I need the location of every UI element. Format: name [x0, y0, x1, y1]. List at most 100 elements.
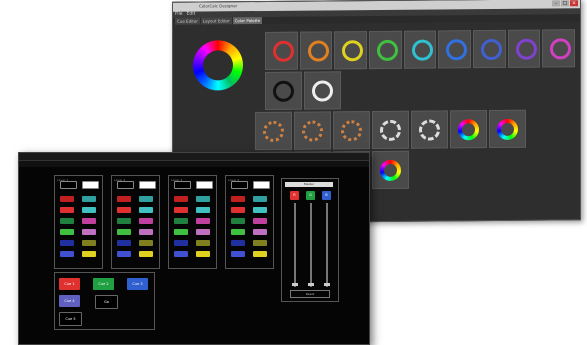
color-button[interactable]: [60, 207, 74, 213]
channel-select-button[interactable]: G: [306, 191, 315, 200]
color-swatch[interactable]: [411, 110, 448, 149]
color-button[interactable]: [196, 251, 210, 257]
color-swatch[interactable]: [542, 29, 576, 68]
blackout-button[interactable]: [231, 181, 248, 189]
color-button[interactable]: [253, 251, 267, 257]
color-button[interactable]: [82, 229, 96, 235]
color-button[interactable]: [82, 240, 96, 246]
color-swatch[interactable]: [403, 30, 437, 69]
color-swatch[interactable]: [450, 110, 487, 149]
color-button[interactable]: [174, 240, 188, 246]
reset-button[interactable]: Reset: [290, 290, 330, 298]
color-swatch[interactable]: [507, 29, 541, 68]
color-swatch[interactable]: [372, 110, 409, 150]
color-button[interactable]: [196, 229, 210, 235]
color-button[interactable]: [174, 218, 188, 224]
color-button[interactable]: [253, 218, 267, 224]
color-button[interactable]: [139, 251, 153, 257]
channel-select-button[interactable]: R: [290, 191, 299, 200]
white-button[interactable]: [139, 181, 156, 189]
window-titlebar[interactable]: [19, 153, 369, 161]
cue-button[interactable]: Cue 3: [127, 278, 148, 290]
close-button[interactable]: ×: [570, 0, 578, 7]
color-button[interactable]: [231, 196, 245, 202]
color-button[interactable]: [139, 240, 153, 246]
color-swatch[interactable]: [489, 109, 526, 149]
minimize-button[interactable]: –: [552, 0, 560, 7]
color-button[interactable]: [139, 207, 153, 213]
cue-button[interactable]: Cue 4: [59, 295, 80, 307]
maximize-button[interactable]: □: [561, 0, 569, 7]
color-button[interactable]: [82, 207, 96, 213]
color-button[interactable]: [231, 240, 245, 246]
color-button[interactable]: [117, 207, 131, 213]
color-button[interactable]: [82, 218, 96, 224]
fader-track[interactable]: [326, 203, 328, 287]
color-button[interactable]: [60, 251, 74, 257]
color-button[interactable]: [253, 196, 267, 202]
color-swatch[interactable]: [304, 71, 341, 110]
blackout-button[interactable]: [60, 181, 77, 189]
color-button[interactable]: [117, 240, 131, 246]
color-swatch[interactable]: [334, 31, 368, 70]
color-button[interactable]: [231, 251, 245, 257]
color-swatch[interactable]: [333, 111, 370, 150]
color-swatch[interactable]: [294, 111, 331, 150]
fader-handle[interactable]: [308, 283, 314, 286]
cue-button[interactable]: Cue 2: [93, 278, 114, 290]
white-button[interactable]: [196, 181, 213, 189]
white-button[interactable]: [253, 181, 270, 189]
color-button[interactable]: [139, 196, 153, 202]
color-button[interactable]: [231, 207, 245, 213]
color-button[interactable]: [174, 196, 188, 202]
color-button[interactable]: [139, 229, 153, 235]
cue-button[interactable]: Go: [95, 295, 118, 309]
color-button[interactable]: [196, 218, 210, 224]
color-bank: Layer 4: [225, 175, 274, 269]
color-button[interactable]: [174, 251, 188, 257]
cue-button[interactable]: Cue 5: [59, 312, 82, 326]
color-button[interactable]: [60, 240, 74, 246]
color-button[interactable]: [139, 218, 153, 224]
color-wheel[interactable]: [193, 40, 243, 91]
blackout-button[interactable]: [117, 181, 134, 189]
color-button[interactable]: [231, 229, 245, 235]
cue-button[interactable]: Cue 1: [59, 278, 80, 290]
color-button[interactable]: [82, 196, 96, 202]
color-swatch[interactable]: [438, 30, 472, 69]
color-swatch[interactable]: [255, 111, 292, 151]
fader-track[interactable]: [310, 203, 312, 287]
blackout-button[interactable]: [174, 181, 191, 189]
color-button[interactable]: [253, 207, 267, 213]
tab-layout-editor[interactable]: Layout Editor: [200, 17, 232, 25]
color-swatch[interactable]: [369, 30, 402, 70]
color-swatch[interactable]: [265, 31, 298, 70]
color-button[interactable]: [196, 207, 210, 213]
color-button[interactable]: [253, 229, 267, 235]
color-button[interactable]: [82, 251, 96, 257]
color-button[interactable]: [117, 196, 131, 202]
color-button[interactable]: [174, 207, 188, 213]
color-swatch[interactable]: [372, 150, 409, 190]
tab-color-palette[interactable]: Color Palette: [232, 16, 263, 25]
white-button[interactable]: [82, 181, 99, 189]
color-button[interactable]: [117, 218, 131, 224]
color-button[interactable]: [174, 229, 188, 235]
color-button[interactable]: [60, 218, 74, 224]
tab-cue-editor[interactable]: Cue Editor: [175, 17, 200, 25]
color-swatch[interactable]: [299, 31, 333, 70]
color-button[interactable]: [117, 229, 131, 235]
color-swatch[interactable]: [265, 71, 302, 110]
fader-track[interactable]: [294, 203, 296, 287]
color-button[interactable]: [196, 196, 210, 202]
color-button[interactable]: [253, 240, 267, 246]
color-button[interactable]: [60, 196, 74, 202]
channel-select-button[interactable]: B: [322, 191, 331, 200]
color-button[interactable]: [196, 240, 210, 246]
color-button[interactable]: [117, 251, 131, 257]
color-swatch[interactable]: [473, 29, 506, 69]
fader-handle[interactable]: [324, 283, 330, 286]
color-button[interactable]: [60, 229, 74, 235]
color-button[interactable]: [231, 218, 245, 224]
fader-handle[interactable]: [292, 283, 298, 286]
